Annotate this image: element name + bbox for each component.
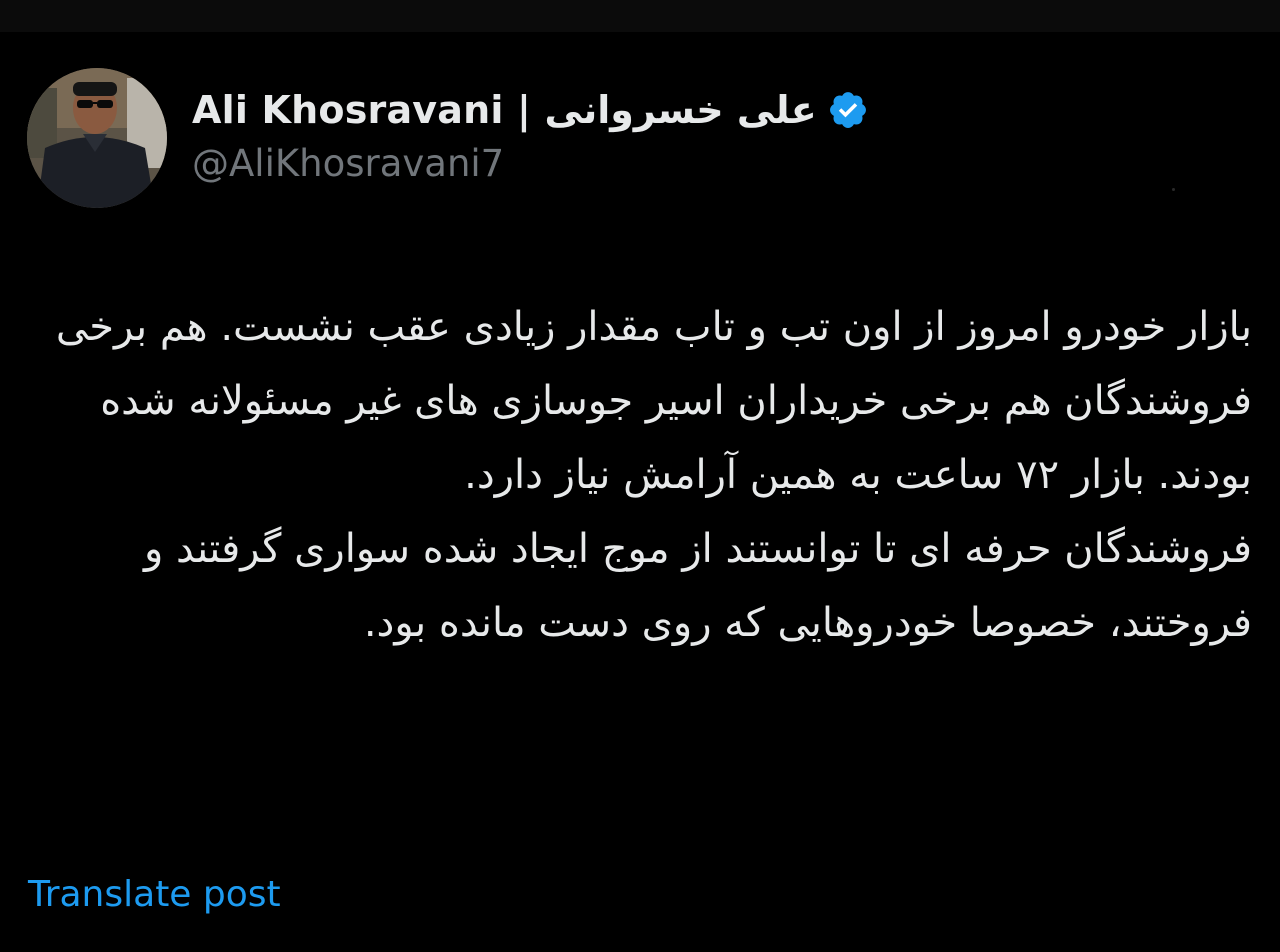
author-display-name[interactable]: Ali Khosravani | علی خسروانی (192, 88, 817, 132)
post-text: بازار خودرو امروز از اون تب و تاب مقدار … (36, 290, 1252, 660)
verified-badge-icon (827, 89, 869, 131)
author-handle[interactable]: @AliKhosravani7 (192, 142, 504, 185)
top-bar (0, 0, 1280, 32)
post-paragraph-2: فروشندگان حرفه ای تا توانستند از موج ایج… (143, 526, 1252, 646)
post-paragraph-1: بازار خودرو امروز از اون تب و تاب مقدار … (55, 304, 1252, 498)
author-name-row: Ali Khosravani | علی خسروانی (192, 82, 869, 138)
translate-post-link[interactable]: Translate post (28, 874, 281, 915)
divider-dot (1172, 188, 1175, 191)
profile-photo (27, 68, 167, 208)
avatar[interactable] (27, 68, 167, 208)
